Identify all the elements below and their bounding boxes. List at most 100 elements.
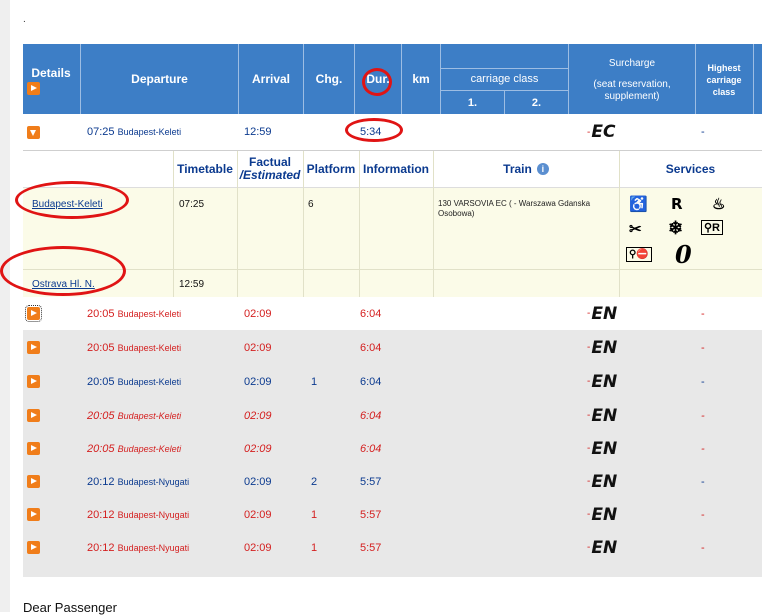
- connection-row[interactable]: 20:05 Budapest-Keleti 02:09 6:04- EN -: [23, 331, 762, 364]
- collapse-icon[interactable]: [27, 125, 40, 139]
- no-bicycle-icon: ⚲⛔: [626, 247, 652, 262]
- stop-1-time: 07:25: [179, 199, 205, 210]
- left-margin: [0, 0, 10, 612]
- departure-time: 20:05: [87, 341, 115, 354]
- highest-class-value: -: [701, 126, 705, 138]
- train-class-ec-icon: EC: [591, 122, 616, 142]
- duration-value: 5:57: [360, 508, 382, 521]
- arrival-time: 02:09: [244, 375, 272, 388]
- expand-icon[interactable]: [27, 375, 40, 388]
- highest-class-value: -: [701, 508, 705, 521]
- highest-class-value: -: [701, 541, 705, 554]
- departure-station: Budapest-Keleti: [117, 410, 182, 421]
- departure-time: 07:25: [87, 126, 115, 138]
- reservation-r-icon: R: [671, 195, 683, 213]
- connection-row[interactable]: 20:12 Budapest-Nyugati 02:09 1 5:57- EN -: [23, 498, 762, 531]
- timetable-header: Timetable: [177, 162, 233, 176]
- departure-station: Budapest-Keleti: [117, 376, 182, 387]
- train-header: Train i: [433, 151, 619, 187]
- restaurant-icon: ♨: [712, 196, 726, 213]
- highest-class-value: -: [701, 475, 705, 488]
- information-header: Information: [363, 162, 429, 176]
- expand-icon[interactable]: [25, 305, 42, 322]
- footer-greeting: Dear Passenger: [23, 600, 117, 615]
- expand-all-icon[interactable]: [27, 82, 40, 95]
- arrival-time: 02:09: [244, 341, 272, 354]
- arrival-time: 02:09: [244, 475, 272, 488]
- train-info-link[interactable]: 130 VARSOVIA EC ( - Warszawa Gdanska Oso…: [438, 199, 613, 219]
- platform-value: 1: [311, 508, 318, 521]
- expand-icon[interactable]: [27, 341, 40, 354]
- platform-value: 1: [311, 375, 318, 388]
- train-label: Train: [503, 162, 532, 176]
- highest-class-value: -: [701, 409, 705, 422]
- arrival-time: 02:09: [244, 409, 272, 422]
- highest-class-value: -: [701, 307, 705, 320]
- timetable-results: Details Departure Arrival Chg. Dur. km c…: [23, 44, 762, 577]
- stop-link-budapest-keleti[interactable]: Budapest-Keleti: [32, 199, 103, 210]
- highest-class-value: -: [701, 442, 705, 455]
- train-class-en-icon: EN: [591, 405, 618, 426]
- train-class-en-icon: EN: [591, 537, 618, 558]
- wheelchair-icon: ♿: [629, 196, 648, 213]
- departure-time: 20:12: [87, 508, 115, 521]
- top-mark: .: [23, 14, 26, 25]
- duration-value: 6:04: [360, 341, 382, 354]
- duration-value: 6:04: [360, 442, 382, 455]
- surcharge-header: Surcharge: [608, 58, 656, 69]
- surcharge-note: (seat reservation, supplement): [593, 79, 671, 102]
- connection-row[interactable]: 20:05 Budapest-Keleti 02:09 6:04- EN -: [23, 297, 762, 330]
- departure-station: Budapest-Keleti: [117, 342, 182, 353]
- departure-station: Budapest-Keleti: [117, 308, 182, 319]
- class-1-header: 1.: [467, 96, 478, 109]
- departure-time: 20:12: [87, 541, 115, 554]
- connection-row[interactable]: 20:12 Budapest-Nyugati 02:09 2 5:57- EN -: [23, 465, 762, 498]
- estimated-label: /Estimated: [239, 168, 301, 182]
- arrival-header[interactable]: Arrival: [239, 44, 303, 114]
- results-header: Details Departure Arrival Chg. Dur. km c…: [23, 44, 762, 114]
- duration-value: 5:57: [360, 541, 382, 554]
- class-2-header: 2.: [531, 96, 542, 109]
- expand-icon[interactable]: [27, 475, 40, 488]
- platform-value: 1: [311, 541, 318, 554]
- arrival-time: 12:59: [244, 126, 272, 138]
- km-header: km: [412, 72, 430, 86]
- connection-row[interactable]: 20:05 Budapest-Keleti 02:09 6:04- EN -: [23, 399, 762, 432]
- expand-icon[interactable]: [27, 409, 40, 422]
- carriage-class-header: carriage class: [470, 73, 539, 85]
- duration-value: 6:04: [360, 375, 382, 388]
- arrival-time: 02:09: [244, 307, 272, 320]
- train-class-en-icon: EN: [591, 438, 618, 459]
- connection-row[interactable]: 20:05 Budapest-Keleti 02:09 6:04- EN -: [23, 432, 762, 465]
- highest-class-value: -: [701, 341, 705, 354]
- details-label: Details: [31, 66, 71, 80]
- connection-row[interactable]: 20:05 Budapest-Keleti 02:09 1 6:04- EN -: [23, 365, 762, 398]
- connection-row[interactable]: 20:12 Budapest-Nyugati 02:09 1 5:57- EN -: [23, 531, 762, 564]
- duration-value: 5:34: [360, 126, 382, 138]
- expand-icon[interactable]: [27, 541, 40, 554]
- factual-header: Factual /Estimated: [238, 151, 302, 187]
- arrival-time: 02:09: [244, 508, 272, 521]
- expand-icon[interactable]: [27, 508, 40, 521]
- highest-class-value: -: [701, 375, 705, 388]
- duration-value: 6:04: [360, 307, 382, 320]
- departure-time: 20:05: [87, 409, 115, 422]
- expand-icon[interactable]: [27, 442, 40, 455]
- platform-header: Platform: [306, 162, 356, 176]
- stop-link-ostrava[interactable]: Ostrava Hl. N.: [32, 279, 95, 290]
- duration-header[interactable]: Dur.: [355, 44, 401, 114]
- changes-header[interactable]: Chg.: [304, 44, 354, 114]
- connection-row-expanded[interactable]: 07:25 Budapest-Keleti 12:59 5:34 - EC -: [23, 114, 762, 150]
- arrival-time: 02:09: [244, 442, 272, 455]
- stop-2-time: 12:59: [179, 279, 205, 290]
- departure-station: Budapest-Nyugati: [117, 476, 190, 487]
- departure-header[interactable]: Departure: [81, 44, 238, 114]
- departure-station: Budapest-Keleti: [117, 127, 182, 137]
- train-class-en-icon: EN: [591, 337, 618, 358]
- departure-time: 20:05: [87, 307, 115, 320]
- info-icon[interactable]: i: [536, 163, 549, 175]
- departure-station: Budapest-Nyugati: [117, 509, 190, 520]
- services-header: Services: [665, 162, 716, 176]
- bicycle-reservation-icon: ⚲R: [701, 220, 724, 235]
- train-class-en-icon: EN: [591, 504, 618, 525]
